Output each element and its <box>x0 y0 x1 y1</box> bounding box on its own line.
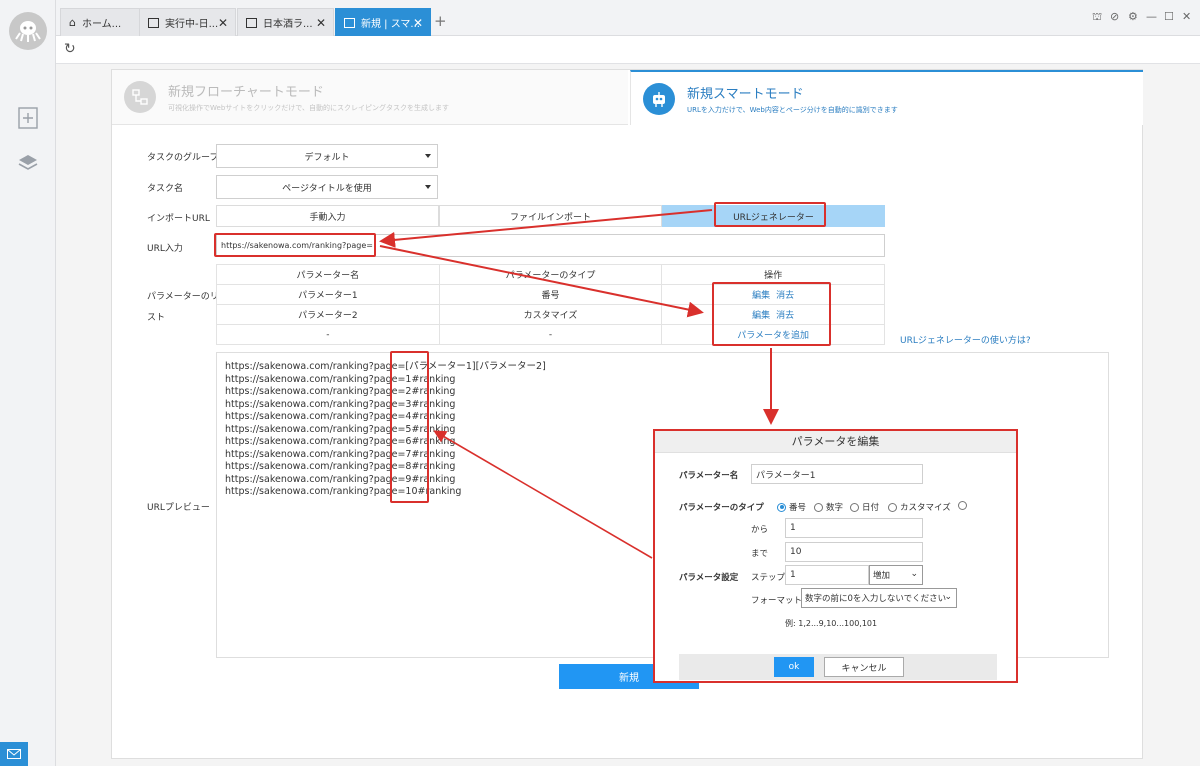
new-task-icon[interactable] <box>16 106 40 130</box>
to-input[interactable]: 10 <box>785 542 923 562</box>
sidebar <box>0 0 56 766</box>
radio-digit[interactable]: 数字 <box>814 501 843 513</box>
flowchart-mode-title: 新規フローチャートモード <box>168 85 324 100</box>
column-header: パラメーターのタイプ <box>438 264 663 285</box>
cancel-button[interactable]: キャンセル <box>824 657 904 677</box>
radio-icon <box>888 502 897 512</box>
step-label: ステップ <box>751 573 786 583</box>
param-type-cell: カスタマイズ <box>438 304 663 325</box>
page-icon <box>246 17 257 28</box>
format-label: フォーマット <box>751 596 803 606</box>
page-icon <box>148 17 159 28</box>
close-icon[interactable]: ✕ <box>218 16 228 30</box>
annotation-box-actions <box>712 282 831 346</box>
minimize-icon[interactable]: — <box>1146 10 1157 23</box>
toolbar: ↻ <box>56 36 1200 64</box>
annotation-box-url-generator <box>714 202 826 227</box>
dialog-footer: ok キャンセル <box>679 654 997 680</box>
close-icon[interactable]: ✕ <box>413 16 423 30</box>
gear-icon[interactable]: ⚙ <box>1128 10 1138 23</box>
preview-line: https://sakenowa.com/ranking?page=2#rank… <box>225 386 456 397</box>
task-group-label: タスクのグループ <box>147 153 219 163</box>
radio-checked-icon <box>777 502 786 512</box>
tab-running[interactable]: 実行中-日... ✕ <box>139 8 236 36</box>
preview-line: https://sakenowa.com/ranking?page=3#rank… <box>225 398 456 410</box>
radio-date[interactable]: 日付 <box>850 501 879 513</box>
ok-button[interactable]: ok <box>774 657 814 677</box>
flowchart-mode-card[interactable]: 新規フローチャートモード 可視化操作でWebサイトをクリックだけで、自動的にスク… <box>112 70 628 125</box>
chevron-down-icon: ⌄ <box>944 592 952 602</box>
main-content: 新規フローチャートモード 可視化操作でWebサイトをクリックだけで、自動的にスク… <box>56 64 1200 766</box>
param-name-cell: パラメーター2 <box>216 304 440 325</box>
preview-line: https://sakenowa.com/ranking?page=[パラメータ… <box>225 361 546 372</box>
maximize-icon[interactable]: ☐ <box>1164 10 1174 23</box>
column-header: パラメーター名 <box>216 264 440 285</box>
param-type-cell: - <box>438 324 663 345</box>
reload-icon[interactable]: ↻ <box>64 41 76 57</box>
dialog-title: パラメータを編集 <box>655 431 1016 453</box>
param-name-label: パラメーター名 <box>679 471 739 481</box>
url-preview-label: URLプレビュー <box>147 503 210 513</box>
param-list-label: パラメーターのリ <box>147 292 219 302</box>
param-setting-label: パラメータ設定 <box>679 573 739 583</box>
param-type-cell: 番号 <box>438 284 663 305</box>
caret-down-icon <box>425 185 431 189</box>
tab-file-import[interactable]: ファイルインポート <box>439 205 662 227</box>
annotation-box-url-input <box>214 233 376 257</box>
annotation-box-page-values <box>390 351 429 503</box>
tab-manual-input[interactable]: 手動入力 <box>216 205 439 227</box>
flowchart-mode-desc: 可視化操作でWebサイトをクリックだけで、自動的にスクレイピングタスクを生成しま… <box>168 104 449 112</box>
tab-sake-ranking[interactable]: 日本酒ラ... ✕ <box>237 8 334 36</box>
gift-icon[interactable]: ⛫ <box>1092 10 1102 25</box>
radio-custom[interactable]: カスタマイズ <box>888 501 951 513</box>
task-name-select[interactable]: ページタイトルを使用 <box>216 175 438 199</box>
close-icon[interactable]: ✕ <box>316 16 326 30</box>
task-name-label: タスク名 <box>147 184 184 194</box>
radio-icon <box>850 502 859 512</box>
robot-icon <box>643 82 675 115</box>
param-name-input[interactable]: パラメーター1 <box>751 464 923 484</box>
format-select[interactable]: 数字の前に0を入力しないでください ⌄ <box>801 588 957 608</box>
param-name-cell: - <box>216 324 440 345</box>
smart-mode-card[interactable]: 新規スマートモード URLを入力だけで、Web内容とページ分けを自動的に識別でき… <box>630 70 1143 125</box>
radio-number[interactable]: 番号 <box>777 501 806 513</box>
radio-icon <box>814 502 823 512</box>
from-input[interactable]: 1 <box>785 518 923 538</box>
format-example: 例: 1,2...9,10...100,101 <box>785 619 878 628</box>
close-window-icon[interactable]: ✕ <box>1182 10 1191 23</box>
mail-icon[interactable] <box>0 742 28 766</box>
octopus-logo-icon <box>15 21 41 42</box>
smart-mode-title: 新規スマートモード <box>687 86 804 102</box>
chevron-down-icon: ⌄ <box>910 569 918 579</box>
layers-icon[interactable] <box>16 151 40 175</box>
help-icon[interactable]: ⊘ <box>1110 10 1119 23</box>
preview-line: https://sakenowa.com/ranking?page=1#rank… <box>225 373 456 385</box>
from-label: から <box>751 525 769 535</box>
param-name-cell: パラメーター1 <box>216 284 440 305</box>
to-label: まで <box>751 549 769 559</box>
url-generator-help-link[interactable]: URLジェネレーターの使い方は? <box>900 333 1031 346</box>
tab-bar: ⌂ ホーム... 実行中-日... ✕ 日本酒ラ... ✕ 新規 | スマ...… <box>56 0 1200 36</box>
tab-new-smart[interactable]: 新規 | スマ... ✕ <box>335 8 431 36</box>
radio-extra[interactable] <box>958 501 970 510</box>
home-icon: ⌂ <box>69 16 76 29</box>
preview-line: https://sakenowa.com/ranking?page=4#rank… <box>225 411 456 422</box>
new-tab-button[interactable]: + <box>434 12 447 30</box>
smart-mode-desc: URLを入力だけで、Web内容とページ分けを自動的に識別できます <box>687 105 898 114</box>
step-mode-select[interactable]: 増加 ⌄ <box>869 565 923 585</box>
app-logo <box>9 12 47 50</box>
page-icon <box>344 17 355 28</box>
flowchart-icon <box>124 81 156 113</box>
url-input-label: URL入力 <box>147 244 183 254</box>
edit-parameter-dialog: パラメータを編集 パラメーター名 パラメーター1 パラメーターのタイプ 番号 数… <box>653 429 1018 683</box>
param-type-label: パラメーターのタイプ <box>679 503 764 513</box>
param-list-label-cont: スト <box>147 313 166 323</box>
task-group-select[interactable]: デフォルト <box>216 144 438 168</box>
caret-down-icon <box>425 154 431 158</box>
radio-icon <box>958 501 967 510</box>
step-input[interactable]: 1 <box>785 565 869 585</box>
import-url-label: インポートURL <box>147 214 210 224</box>
